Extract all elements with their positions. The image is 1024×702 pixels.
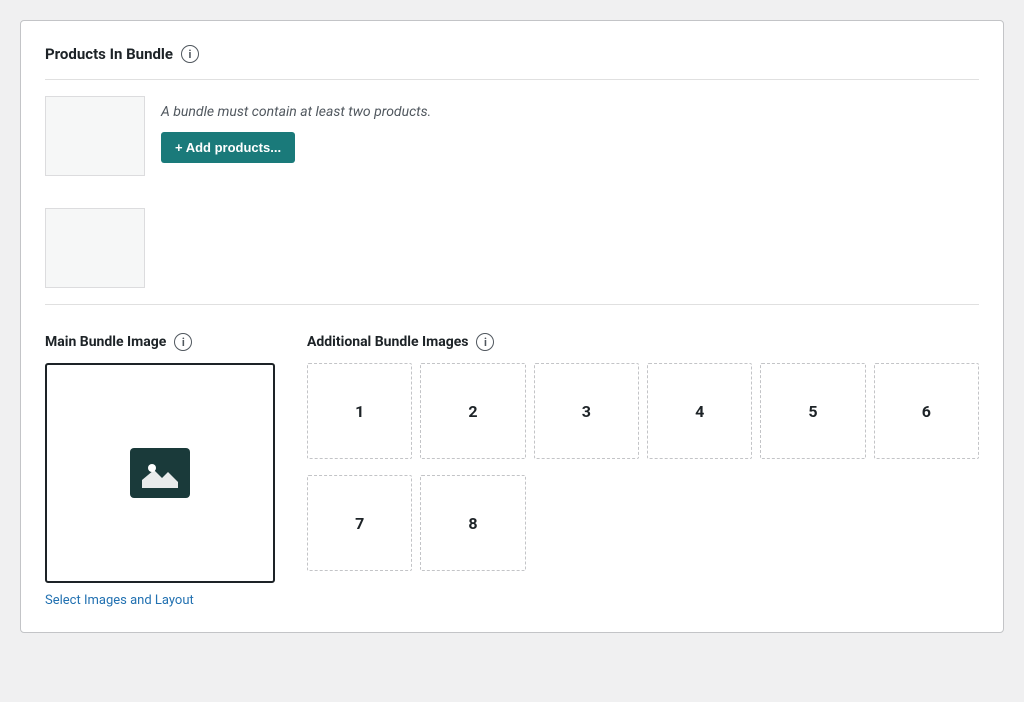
product-thumbnail-1 <box>45 96 145 176</box>
additional-images-label: Additional Bundle Images i <box>307 333 979 351</box>
product-info-1: A bundle must contain at least two produ… <box>161 96 431 163</box>
image-cell-empty-2 <box>647 475 752 571</box>
additional-images-info-icon[interactable]: i <box>476 333 494 351</box>
image-cell-8[interactable]: 8 <box>420 475 525 571</box>
product-row-1: A bundle must contain at least two produ… <box>45 79 979 192</box>
main-image-info-icon[interactable]: i <box>174 333 192 351</box>
products-title: Products In Bundle <box>45 45 173 63</box>
select-images-link[interactable]: Select Images and Layout <box>45 593 194 608</box>
additional-images-area: Additional Bundle Images i 1 2 3 4 <box>307 333 979 571</box>
image-placeholder-icon <box>130 448 190 498</box>
image-cell-7[interactable]: 7 <box>307 475 412 571</box>
main-image-area: Main Bundle Image i Select Images and La… <box>45 333 275 608</box>
image-cell-6[interactable]: 6 <box>874 363 979 459</box>
image-cell-empty-4 <box>874 475 979 571</box>
image-cell-5[interactable]: 5 <box>760 363 865 459</box>
image-cell-empty-3 <box>760 475 865 571</box>
add-products-button[interactable]: + Add products... <box>161 132 295 163</box>
image-cell-3[interactable]: 3 <box>534 363 639 459</box>
image-cell-1[interactable]: 1 <box>307 363 412 459</box>
main-image-box[interactable] <box>45 363 275 583</box>
products-section-header: Products In Bundle i <box>45 45 979 63</box>
product-thumbnail-2 <box>45 208 145 288</box>
products-info-icon[interactable]: i <box>181 45 199 63</box>
bundle-note: A bundle must contain at least two produ… <box>161 104 431 120</box>
image-icon <box>142 458 178 488</box>
main-image-label: Main Bundle Image i <box>45 333 275 351</box>
images-section: Main Bundle Image i Select Images and La… <box>45 333 979 608</box>
image-grid-row1: 1 2 3 4 5 6 <box>307 363 979 467</box>
image-cell-empty-1 <box>534 475 639 571</box>
image-grid-row2: 7 8 <box>307 475 979 571</box>
image-grid-wrapper: 1 2 3 4 5 6 <box>307 363 979 571</box>
image-cell-2[interactable]: 2 <box>420 363 525 459</box>
image-cell-4[interactable]: 4 <box>647 363 752 459</box>
product-row-2 <box>45 192 979 305</box>
main-card: Products In Bundle i A bundle must conta… <box>20 20 1004 633</box>
